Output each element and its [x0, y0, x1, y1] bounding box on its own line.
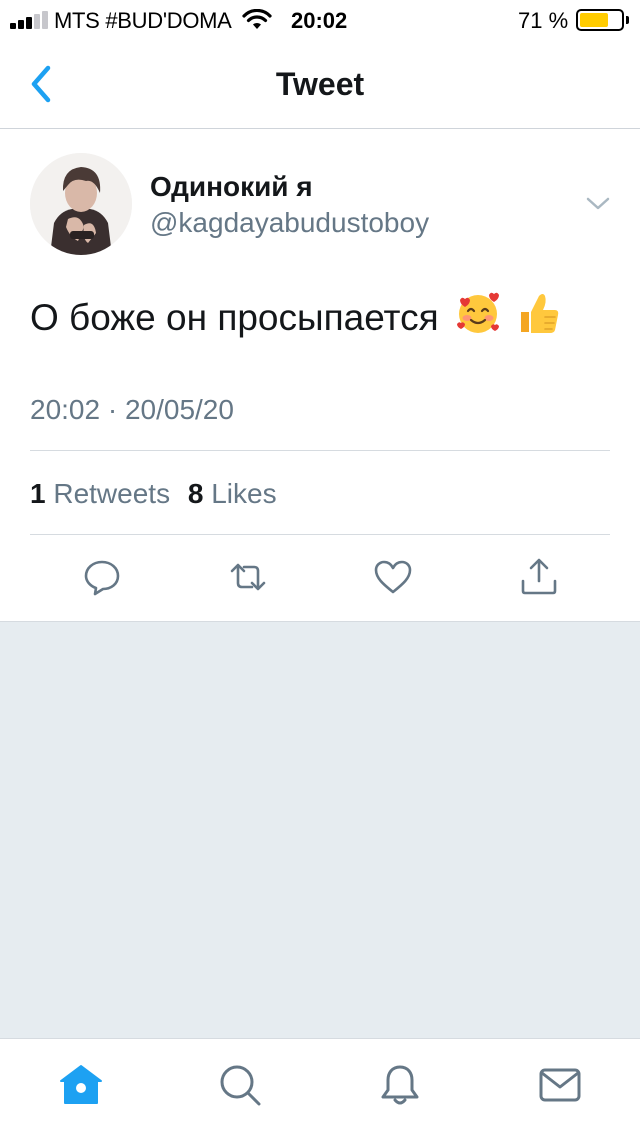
tab-messages[interactable]: [538, 1063, 582, 1107]
tweet-text: О боже он просыпается: [30, 290, 561, 345]
retweet-button[interactable]: [228, 557, 268, 597]
home-icon: [60, 1065, 102, 1104]
retweets-count: 1: [30, 478, 46, 509]
likes-label: Likes: [211, 478, 277, 509]
tab-bar: [0, 1038, 640, 1136]
tweet-timestamp: 20:02 · 20/05/20: [30, 394, 234, 425]
share-button[interactable]: [519, 557, 559, 597]
signal-strength-icon: [10, 11, 50, 29]
navigation-bar: Tweet: [0, 40, 640, 129]
notifications-icon: [381, 1065, 419, 1105]
messages-icon: [539, 1068, 581, 1102]
like-button[interactable]: [373, 557, 413, 597]
battery-percent: 71 %: [518, 8, 569, 33]
tweet-options-button[interactable]: [584, 191, 612, 215]
likes-stat[interactable]: 8 Likes: [188, 478, 277, 509]
like-icon: [374, 560, 412, 594]
tweet-body: О боже он просыпается: [30, 297, 439, 338]
retweets-stat[interactable]: 1 Retweets: [30, 478, 170, 509]
likes-count: 8: [187, 478, 204, 509]
tab-notifications[interactable]: [378, 1063, 422, 1107]
tab-search[interactable]: [218, 1063, 262, 1107]
tab-home[interactable]: [59, 1063, 103, 1107]
thumbs-up-icon: [517, 290, 561, 345]
reply-icon: [84, 560, 120, 596]
author-display-name[interactable]: Одинокий я: [150, 171, 313, 203]
retweets-label: Retweets: [53, 478, 171, 509]
divider: [30, 534, 610, 535]
search-icon: [220, 1065, 261, 1106]
author-handle[interactable]: @kagdayabudustoboy: [150, 207, 429, 239]
status-bar: MTS #BUD'DOMA 20:02 71 %: [0, 0, 640, 40]
battery-icon: [576, 9, 624, 31]
retweet-icon: [230, 563, 266, 591]
chevron-down-icon: [586, 197, 610, 210]
reply-button[interactable]: [82, 557, 122, 597]
avatar[interactable]: [30, 153, 132, 255]
divider: [30, 450, 610, 451]
battery-level: [580, 13, 609, 27]
tweet-detail-screen: MTS #BUD'DOMA 20:02 71 % Tweet Одинокий …: [0, 0, 640, 1136]
page-title: Tweet: [275, 66, 365, 102]
tweet-stats: 1 Retweets 8 Likes: [30, 478, 287, 510]
battery-terminal: [626, 16, 629, 24]
wifi-icon: [242, 8, 272, 37]
carrier-name: MTS #BUD'DOMA: [54, 8, 232, 33]
avatar-image: [30, 153, 132, 255]
tweet-card: Одинокий я @kagdayabudustoboy О боже он …: [0, 129, 640, 622]
share-icon: [521, 558, 557, 595]
smiling-face-with-hearts-icon: [455, 290, 501, 345]
status-time: 20:02: [291, 8, 348, 33]
tweet-actions: [0, 557, 640, 597]
